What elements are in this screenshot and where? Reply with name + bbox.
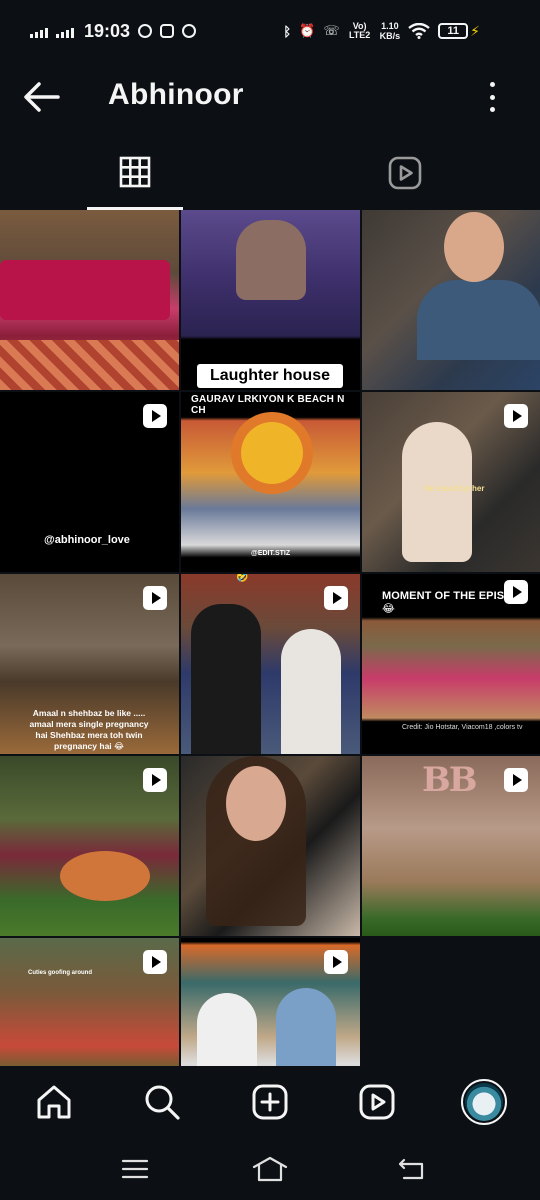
signal-icon: [30, 24, 48, 38]
back-arrow-icon: [24, 82, 60, 112]
tile-caption: BB: [422, 760, 478, 800]
speed-unit: KB/s: [379, 31, 401, 41]
reel-icon: [143, 404, 167, 428]
nav-reels-button[interactable]: [353, 1078, 401, 1126]
grid-tile[interactable]: [181, 938, 360, 1066]
page-title: Abhinoor: [108, 78, 244, 111]
profile-header: Abhinoor: [0, 62, 540, 132]
system-navigation: [0, 1138, 540, 1200]
grid-empty: [362, 938, 540, 1066]
bottom-navigation: [0, 1066, 540, 1138]
reel-icon: [324, 586, 348, 610]
reels-icon: [388, 156, 422, 190]
profile-avatar: [461, 1079, 507, 1125]
grid-tile[interactable]: [0, 756, 179, 936]
home-icon: [37, 1085, 71, 1119]
grid-tile[interactable]: He stood by her: [362, 392, 540, 572]
whatsapp-icon: [138, 24, 153, 38]
tile-watermark: @EDIT.STIZ: [251, 550, 291, 557]
menu-icon: [121, 1159, 149, 1179]
grid-icon: [119, 156, 151, 188]
tile-caption: He stood by her: [424, 484, 485, 493]
search-icon: [145, 1085, 180, 1120]
grid-tile[interactable]: [181, 756, 360, 936]
home-outline-icon: [252, 1156, 288, 1182]
reel-icon: [143, 768, 167, 792]
status-bar: 19:03 ᛒ ⏰ ☏ Vo) LTE2 1.10 KB/s 11 ⚡: [0, 0, 540, 62]
tile-credit: Credit: Jio Hotstar, Viacom18 ,colors tv: [402, 724, 523, 731]
speed-value: 1.10: [381, 21, 399, 31]
reel-icon: [324, 950, 348, 974]
status-time: 19:03: [84, 20, 131, 41]
tab-grid[interactable]: [87, 148, 183, 210]
network-indicator: Vo) LTE2: [348, 21, 371, 40]
grid-tile[interactable]: GAURAV LRKIYON K BEACH N CH @EDIT.STIZ: [181, 392, 360, 572]
reel-icon: [143, 586, 167, 610]
battery-level: 11: [438, 23, 469, 39]
network-speed: 1.10 KB/s: [380, 21, 401, 41]
grid-tile[interactable]: MOMENT OF THE EPISODE 😂 Credit: Jio Hots…: [362, 574, 540, 754]
back-button[interactable]: [22, 79, 62, 115]
reel-icon: [504, 580, 528, 604]
status-right: ᛒ ⏰ ☏ Vo) LTE2 1.10 KB/s 11 ⚡: [283, 20, 480, 42]
instagram-icon: [160, 24, 175, 38]
grid-tile[interactable]: Cuties goofing around: [0, 938, 179, 1066]
create-icon: [252, 1084, 288, 1120]
more-options-button[interactable]: [480, 82, 504, 112]
recents-button[interactable]: [115, 1152, 155, 1186]
back-icon: [398, 1158, 424, 1180]
tile-caption: 🤣: [236, 574, 249, 583]
grid-tile[interactable]: Amaal n shehbaz be like ..... amaal mera…: [0, 574, 179, 754]
system-home-button[interactable]: [250, 1152, 290, 1186]
reel-icon: [143, 950, 167, 974]
tile-caption: GAURAV LRKIYON K BEACH N CH: [191, 394, 345, 416]
content-tabs: [0, 148, 540, 210]
reel-icon: [504, 404, 528, 428]
grid-tile[interactable]: [0, 210, 179, 390]
tile-caption: @abhinoor_love: [44, 534, 130, 546]
wifi-icon: [408, 23, 430, 39]
bluetooth-icon: ᛒ: [283, 23, 292, 39]
call-icon: ☏: [323, 23, 340, 38]
battery-indicator: 11 ⚡: [438, 23, 480, 40]
nav-home-button[interactable]: [30, 1078, 78, 1126]
status-left: 19:03: [30, 20, 197, 42]
grid-tile[interactable]: 🤣: [181, 574, 360, 754]
tile-caption: Cuties goofing around: [28, 970, 92, 976]
grid-tile[interactable]: Laughter house: [181, 210, 360, 390]
grid-tile[interactable]: BB: [362, 756, 540, 936]
grid-tile[interactable]: [362, 210, 540, 390]
nav-search-button[interactable]: [138, 1078, 186, 1126]
tile-caption: Amaal n shehbaz be like ..... amaal mera…: [29, 708, 149, 751]
tab-reels[interactable]: [357, 148, 453, 210]
charging-icon: ⚡: [470, 22, 480, 39]
posts-grid: Laughter house @abhinoor_love GAURAV LRK…: [0, 210, 540, 1066]
whatsapp-icon: [182, 24, 197, 38]
nav-profile-button[interactable]: [460, 1078, 508, 1126]
alarm-icon: ⏰: [299, 23, 316, 38]
tile-caption: Laughter house: [197, 364, 343, 388]
grid-tile[interactable]: @abhinoor_love: [0, 392, 179, 572]
signal-icon: [56, 24, 74, 38]
nav-create-button[interactable]: [246, 1078, 294, 1126]
reels-icon: [359, 1084, 395, 1120]
system-back-button[interactable]: [392, 1152, 432, 1186]
reel-icon: [504, 768, 528, 792]
